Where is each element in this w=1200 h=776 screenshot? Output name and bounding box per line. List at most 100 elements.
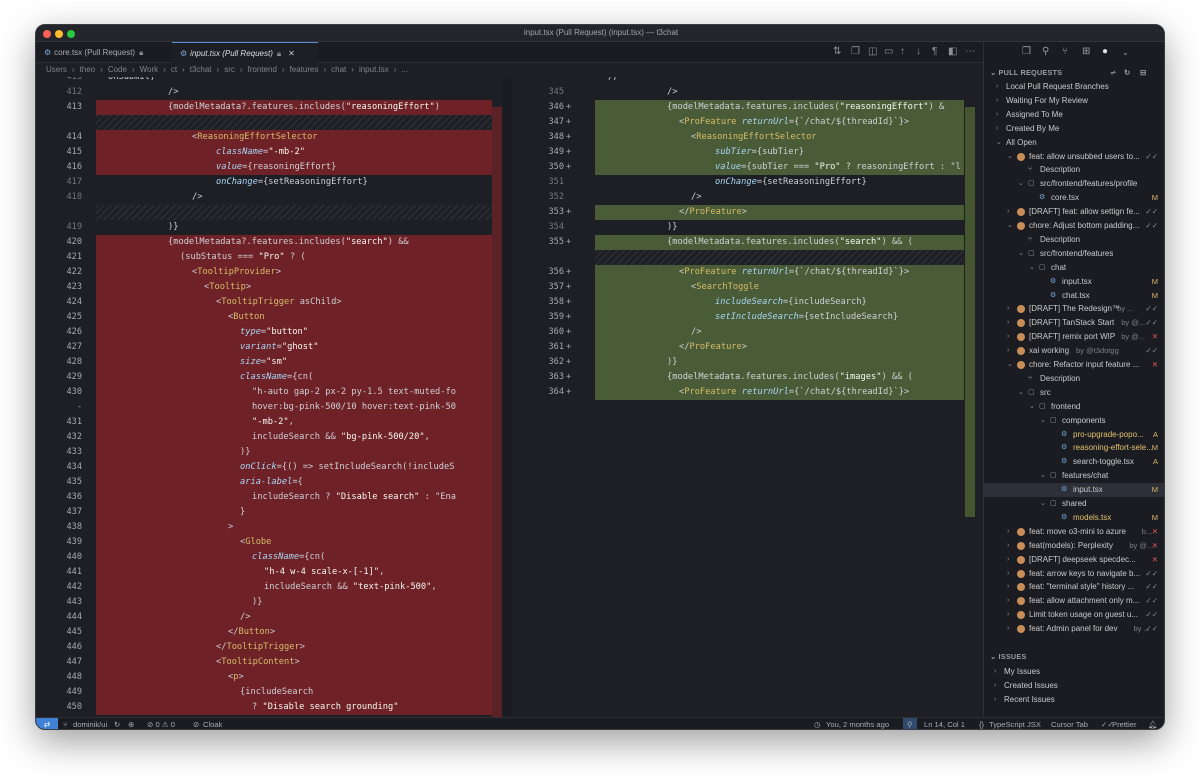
cursor-position[interactable]: Ln 14, Col 1	[924, 718, 965, 729]
code-line[interactable]: 413 {modelMetadata?.features.includes("re…	[36, 100, 500, 115]
files-icon[interactable]: ❐	[1022, 46, 1031, 57]
code-line[interactable]: 353 + </ProFeature>	[514, 205, 964, 220]
chevron-right-icon[interactable]: ›	[996, 80, 998, 94]
code-line[interactable]: 417 onChange={setReasoningEffort}	[36, 175, 500, 190]
notifications-icon[interactable]: 🔔︎	[1148, 718, 1158, 729]
code-line[interactable]: 354)}	[514, 220, 964, 235]
code-line[interactable]: 423 <Tooltip>	[36, 280, 500, 295]
folder-item[interactable]: ⌄ ▢ shared	[984, 497, 1164, 511]
chevron-down-icon[interactable]: ⌄	[1018, 247, 1024, 261]
code-line[interactable]: 424 <TooltipTrigger asChild>	[36, 295, 500, 310]
code-line[interactable]: 430 "h-auto gap-2 px-2 py-1.5 text-muted-…	[36, 385, 500, 400]
tree-item[interactable]: ⑂ Description	[984, 372, 1164, 386]
branch-name[interactable]: dominik/ui	[73, 718, 107, 729]
code-line[interactable]	[514, 250, 964, 265]
code-line[interactable]: 358 + includeSearch={includeSearch}	[514, 295, 964, 310]
code-line[interactable]: 345 />	[514, 85, 964, 100]
more-actions-icon[interactable]: ⋯	[965, 46, 975, 57]
code-line[interactable]: 443)}	[36, 595, 500, 610]
code-line[interactable]: 442 includeSearch && "text-pink-500",	[36, 580, 500, 595]
code-line[interactable]: 450 ? "Disable search grounding"	[36, 700, 500, 715]
chevron-down-icon[interactable]: ⌄	[1122, 48, 1129, 57]
source-control-icon[interactable]: ⑂	[1062, 46, 1068, 57]
code-line[interactable]: 436 includeSearch ? "Disable search" : "E…	[36, 490, 500, 505]
blame-info[interactable]: You, 2 months ago	[826, 718, 889, 729]
code-line[interactable]: 439 <Globe	[36, 535, 500, 550]
pull-request-item[interactable]: › Limit token usage on guest u... ✓✓	[984, 608, 1164, 622]
chevron-right-icon[interactable]: ›	[1007, 622, 1009, 636]
tree-item[interactable]: › Assigned To Me	[984, 108, 1164, 122]
folder-item[interactable]: ⌄ ▢ features/chat	[984, 469, 1164, 483]
code-line[interactable]: 445 </Button>	[36, 625, 500, 640]
code-line[interactable]: 350 + value={subTier === "Pro" ? reasoning…	[514, 160, 964, 175]
zoom-icon[interactable]: ⚲	[903, 718, 917, 729]
tree-item[interactable]: ⑂ Description	[984, 233, 1164, 247]
pull-request-item[interactable]: › feat: Admin panel for dev by ... ✓✓	[984, 622, 1164, 636]
pull-request-item[interactable]: ⌄ chore: Refactor input feature ... ✕	[984, 358, 1164, 372]
folder-item[interactable]: ⌄ ▢ frontend	[984, 400, 1164, 414]
code-line[interactable]: 429 className={cn(	[36, 370, 500, 385]
breadcrumb-item[interactable]: Code	[108, 65, 127, 74]
breadcrumb-item[interactable]: ...	[401, 65, 408, 74]
previous-change-icon[interactable]: ↑	[900, 46, 905, 57]
code-line[interactable]: 428 size="sm"	[36, 355, 500, 370]
chevron-right-icon[interactable]: ›	[996, 94, 998, 108]
code-line[interactable]: 446 </TooltipTrigger>	[36, 640, 500, 655]
search-icon[interactable]: ⚲	[1042, 46, 1049, 57]
code-line[interactable]: 438 >	[36, 520, 500, 535]
code-line[interactable]: 434 onClick={() => setIncludeSearch(!incl…	[36, 460, 500, 475]
chevron-right-icon[interactable]: ›	[1007, 553, 1009, 567]
next-change-icon[interactable]: ↓	[916, 46, 921, 57]
code-line[interactable]: 448 <p>	[36, 670, 500, 685]
issue-query-item[interactable]: › Recent Issues	[984, 693, 1164, 707]
changed-file-item[interactable]: ⚙ reasoning-effort-sele... M	[984, 441, 1164, 455]
chevron-down-icon[interactable]: ⌄	[1040, 497, 1046, 511]
pull-request-item[interactable]: › [DRAFT] feat: allow settign fe... ✓✓	[984, 205, 1164, 219]
cursor-tab-status[interactable]: Cursor Tab	[1051, 718, 1088, 729]
copy-icon[interactable]: ❐	[851, 46, 860, 57]
breadcrumb-item[interactable]: frontend	[248, 65, 277, 74]
code-line[interactable]: 449 {includeSearch	[36, 685, 500, 700]
changed-file-item[interactable]: ⚙ core.tsx M	[984, 191, 1164, 205]
folder-item[interactable]: ⌄ ▢ src/frontend/features/profile	[984, 177, 1164, 191]
code-line[interactable]: 420 {modelMetadata?.features.includes("se…	[36, 235, 500, 250]
modified-editor-pane[interactable]: ), 345/> 346 + {modelMetadata.features.inclu…	[514, 77, 964, 717]
chevron-down-icon[interactable]: ⌄	[1007, 219, 1013, 233]
chevron-down-icon[interactable]: ⌄	[1018, 177, 1024, 191]
chevron-down-icon[interactable]: ⌄	[1029, 261, 1035, 275]
whitespace-icon[interactable]: ¶	[932, 46, 937, 57]
changed-file-item[interactable]: ⚙ input.tsx M	[984, 275, 1164, 289]
folder-item[interactable]: ⌄ ▢ src	[984, 386, 1164, 400]
changed-file-item[interactable]: ⚙ search-toggle.tsx A	[984, 455, 1164, 469]
code-line[interactable]: 360 + />	[514, 325, 964, 340]
chevron-right-icon[interactable]: ›	[1007, 302, 1009, 316]
breadcrumb-item[interactable]: ct	[171, 65, 177, 74]
tree-item[interactable]: ⌄ All Open	[984, 136, 1164, 150]
code-line[interactable]	[36, 115, 500, 130]
comment-icon[interactable]: ▭	[884, 46, 893, 57]
chevron-right-icon[interactable]: ›	[996, 108, 998, 122]
code-line[interactable]: 361 + </ProFeature>	[514, 340, 964, 355]
pull-request-item[interactable]: › feat: "terminal style" history ... ✓✓	[984, 580, 1164, 594]
chevron-right-icon[interactable]: ›	[994, 679, 996, 693]
pull-request-item[interactable]: ⌄ chore: Adjust bottom padding... ✓✓	[984, 219, 1164, 233]
chevron-right-icon[interactable]: ›	[1007, 205, 1009, 219]
code-line[interactable]: 419)}	[36, 220, 500, 235]
pull-request-item[interactable]: › feat: allow attachment only m... ✓✓	[984, 594, 1164, 608]
code-line[interactable]: 352 />	[514, 190, 964, 205]
code-line[interactable]: 437}	[36, 505, 500, 520]
breadcrumb-item[interactable]: src	[224, 65, 235, 74]
breadcrumb-item[interactable]: Users	[46, 65, 67, 74]
code-line[interactable]: 431 "-mb-2",	[36, 415, 500, 430]
breadcrumb-item[interactable]: theo	[80, 65, 96, 74]
code-line[interactable]: 444 />	[36, 610, 500, 625]
chevron-right-icon[interactable]: ›	[994, 693, 996, 707]
changed-file-item[interactable]: ⚙ pro-upgrade-popo... A	[984, 428, 1164, 442]
code-line[interactable]: 349 + subTier={subTier}	[514, 145, 964, 160]
collapse-all-icon[interactable]: ⊟	[1140, 66, 1146, 79]
pull-request-item[interactable]: › feat: arrow keys to navigate b... ✓✓	[984, 567, 1164, 581]
problems-count[interactable]: ⊘ 0 ⚠ 0	[147, 718, 175, 729]
breadcrumb-item[interactable]: features	[290, 65, 319, 74]
chevron-right-icon[interactable]: ›	[1007, 525, 1009, 539]
code-line[interactable]	[36, 205, 500, 220]
